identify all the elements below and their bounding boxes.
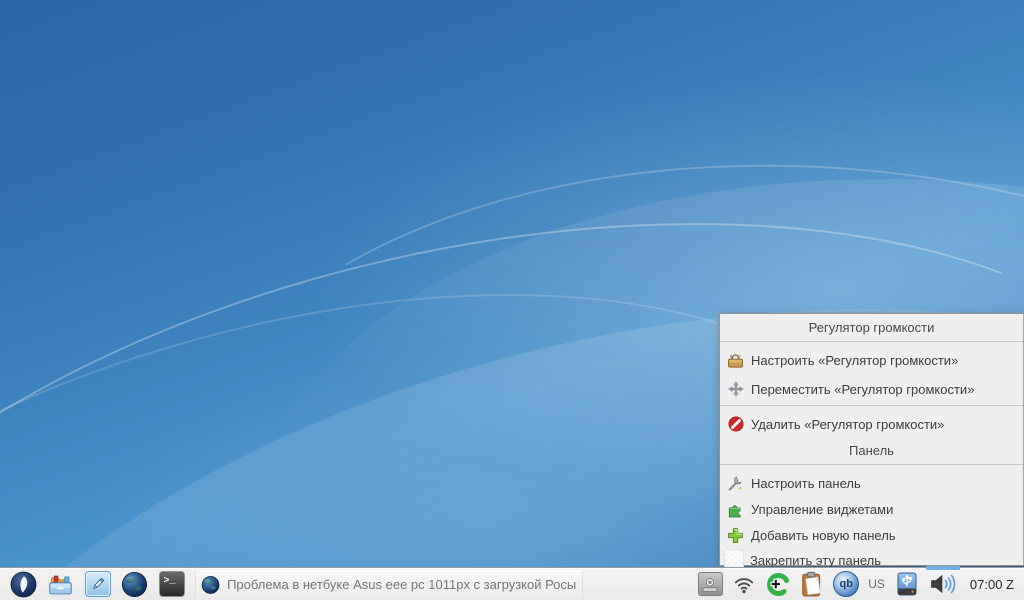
menu-header-volume-applet: Регулятор громкости <box>808 320 935 335</box>
applet-active-indicator <box>925 566 960 570</box>
menu-separator <box>720 341 1023 342</box>
taskbar-panel: >_ Проблема в нетбуке Asus eee pc 1011px… <box>0 566 1024 600</box>
system-tray-settings-icon <box>697 572 723 596</box>
toolbox-configure-icon <box>727 352 744 369</box>
move-arrows-icon <box>727 381 744 398</box>
file-manager-icon <box>49 575 72 594</box>
rosa-logo-icon <box>10 571 37 597</box>
menu-item-label: Настроить «Регулятор громкости» <box>751 352 959 368</box>
terminal-icon: >_ <box>158 571 185 597</box>
widgets-puzzle-icon <box>727 501 744 518</box>
menu-item-label: Переместить «Регулятор громкости» <box>751 381 975 397</box>
globe-icon <box>121 571 148 597</box>
usb-drive-icon <box>897 572 917 595</box>
updates-icon <box>767 572 791 596</box>
file-manager-launcher[interactable] <box>47 571 74 598</box>
menu-item-add-panel[interactable]: Добавить новую панель <box>720 522 1023 548</box>
menu-item-configure-panel[interactable]: Настроить панель <box>720 470 1023 496</box>
keyboard-layout-indicator[interactable]: US <box>867 577 886 591</box>
web-browser-launcher[interactable] <box>121 571 148 598</box>
menu-header-panel: Панель <box>849 443 894 458</box>
menu-item-label: Закрепить эту панель <box>750 553 882 568</box>
system-tray: qb US 07:00 Z <box>697 566 1014 597</box>
tray-qbittorrent-item[interactable]: qb <box>833 571 860 597</box>
tray-settings-item[interactable] <box>697 571 723 597</box>
tray-network-item[interactable] <box>731 571 757 597</box>
tray-volume-item[interactable] <box>925 566 960 597</box>
tray-device-notifier-item[interactable] <box>894 571 920 597</box>
task-title: Проблема в нетбуке Asus eee pc 1011px с … <box>227 577 577 592</box>
menu-item-label: Удалить «Регулятор громкости» <box>751 416 945 432</box>
menu-item-configure-applet[interactable]: Настроить «Регулятор громкости» <box>720 347 1023 373</box>
taskbar-task-browser[interactable]: Проблема в нетбуке Asus eee pc 1011px с … <box>195 569 583 599</box>
tray-clipboard-item[interactable] <box>799 571 825 597</box>
menu-item-manage-widgets[interactable]: Управление виджетами <box>720 496 1023 522</box>
menu-item-move-applet[interactable]: Переместить «Регулятор громкости» <box>720 376 1023 402</box>
menu-item-label: Настроить панель <box>751 475 861 491</box>
menu-separator <box>720 405 1023 406</box>
menu-separator <box>720 464 1023 465</box>
volume-icon <box>931 574 956 594</box>
task-globe-icon <box>201 575 220 594</box>
tray-updates-item[interactable] <box>765 571 791 597</box>
rosa-menu-launcher[interactable] <box>10 571 37 598</box>
wifi-icon <box>735 578 754 594</box>
menu-item-remove-applet[interactable]: Удалить «Регулятор громкости» <box>720 411 1023 437</box>
text-editor-launcher[interactable] <box>84 571 111 598</box>
qbittorrent-icon: qb <box>833 571 860 597</box>
clock[interactable]: 07:00 Z <box>970 577 1014 592</box>
menu-item-label: Добавить новую панель <box>751 527 896 543</box>
applet-context-menu: Регулятор громкости Настроить «Регулятор… <box>719 313 1024 572</box>
clipboard-icon <box>802 571 821 596</box>
text-editor-icon <box>84 571 111 597</box>
launcher-area: >_ <box>10 571 185 598</box>
terminal-launcher[interactable]: >_ <box>158 571 185 598</box>
wrench-icon <box>727 475 744 492</box>
add-plus-icon <box>727 527 744 544</box>
menu-item-label: Управление виджетами <box>751 501 894 517</box>
remove-forbidden-icon <box>727 416 744 433</box>
